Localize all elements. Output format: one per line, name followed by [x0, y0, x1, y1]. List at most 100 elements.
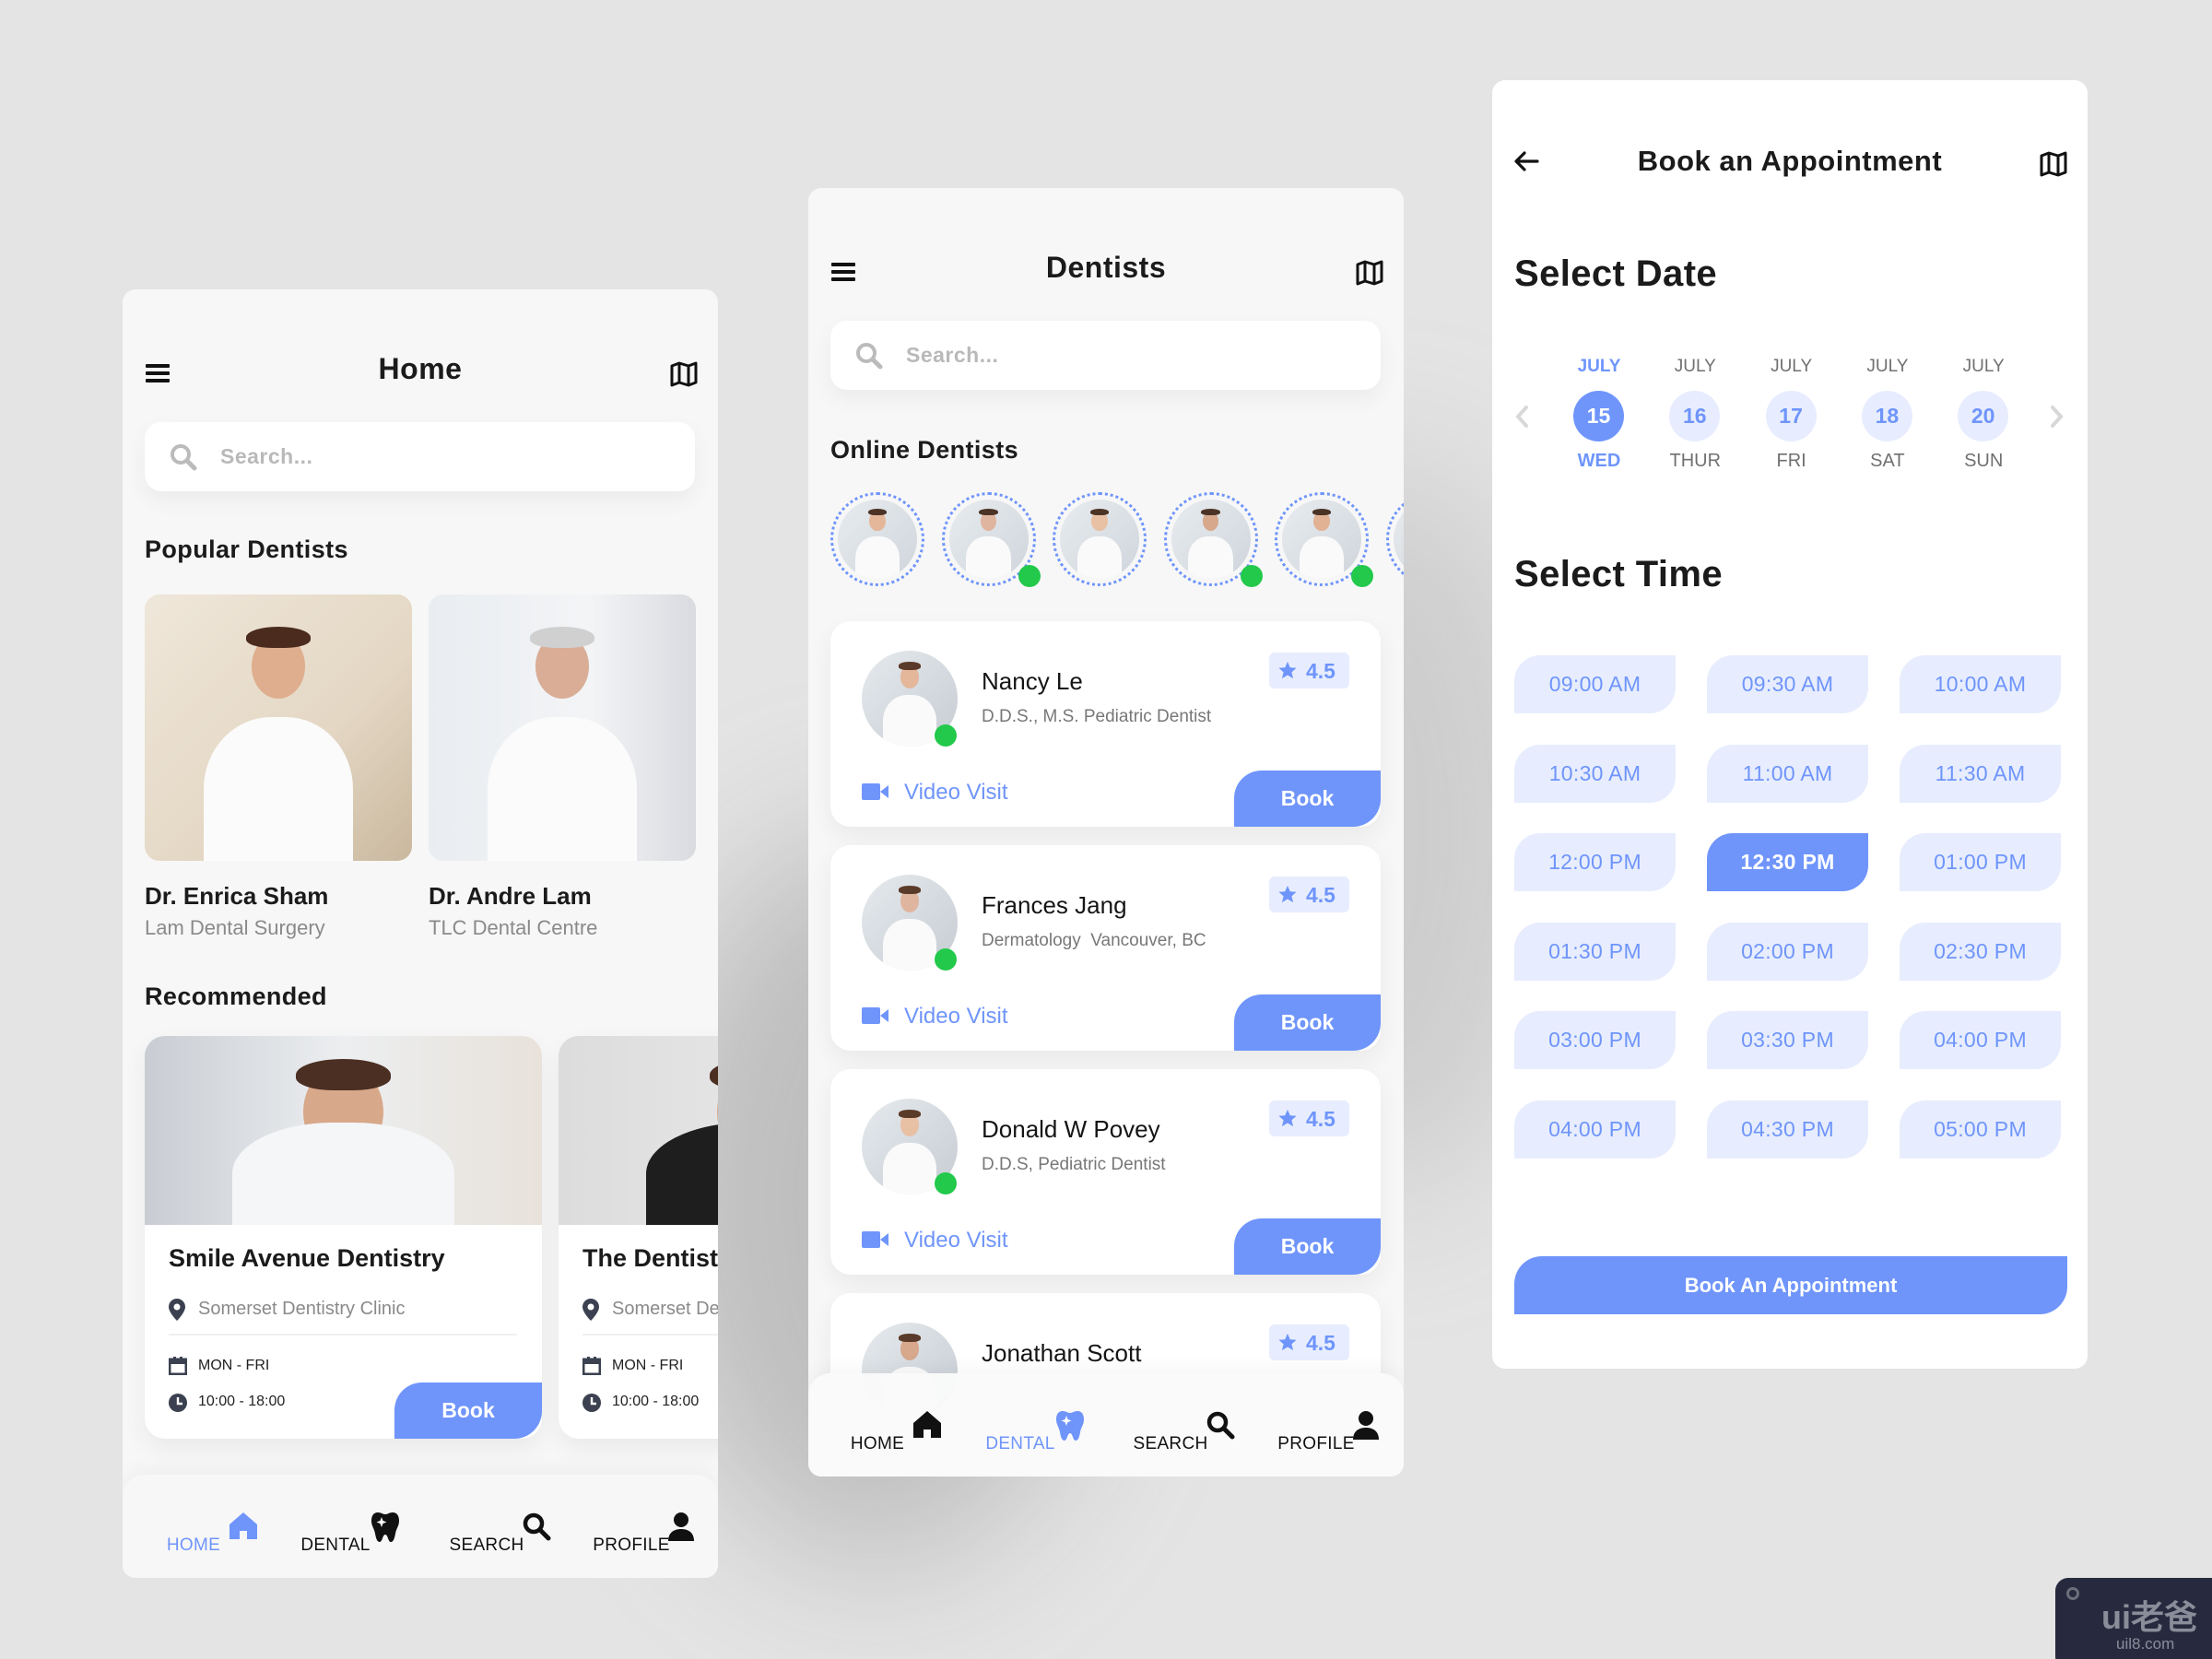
online-dentist-avatar[interactable]	[1163, 492, 1263, 587]
nav-profile[interactable]: PROFILE	[567, 1475, 696, 1578]
online-status-dot	[935, 724, 957, 747]
nav-search[interactable]: SEARCH	[422, 1475, 551, 1578]
video-visit-link[interactable]: Video Visit	[862, 1228, 1046, 1255]
popular-dentists-heading: Popular Dentists	[145, 535, 348, 563]
clinic-location: Somerset De	[612, 1299, 718, 1319]
nav-profile[interactable]: PROFILE	[1252, 1373, 1381, 1477]
date-option[interactable]: JULY 17 FRI	[1746, 357, 1838, 486]
search-input[interactable]: Search...	[830, 321, 1381, 390]
date-day: 17	[1765, 391, 1817, 441]
rating-badge: 4.5	[1269, 877, 1349, 912]
nav-dental[interactable]: DENTAL	[271, 1475, 400, 1578]
online-dentist-avatar[interactable]	[941, 492, 1041, 587]
book-button[interactable]: Book	[1234, 771, 1381, 827]
time-slot[interactable]: 09:00 AM	[1514, 655, 1676, 713]
date-option[interactable]: JULY 16 THUR	[1649, 357, 1741, 486]
dentist-card[interactable]: Frances Jang Dermatology Vancouver, BC 4.5…	[830, 845, 1381, 1051]
search-icon	[169, 442, 198, 477]
nav-label: HOME	[166, 1535, 221, 1555]
time-slot[interactable]: 04:00 PM	[1900, 1011, 2061, 1069]
nav-dental[interactable]: DENTAL	[956, 1373, 1085, 1477]
dentist-name: Nancy Le	[982, 667, 1083, 695]
time-slot[interactable]: 11:30 AM	[1900, 744, 2061, 803]
dentist-card[interactable]: Nancy Le D.D.S., M.S. Pediatric Dentist 4.…	[830, 621, 1381, 827]
search-placeholder: Search...	[220, 444, 313, 468]
time-slot[interactable]: 02:30 PM	[1900, 922, 2061, 981]
dentist-name[interactable]: Dr. Enrica Sham	[145, 882, 328, 911]
time-slot[interactable]: 09:30 AM	[1707, 655, 1868, 713]
video-camera-icon	[862, 1230, 889, 1253]
date-day: 20	[1958, 391, 2009, 441]
map-icon[interactable]	[1356, 260, 1383, 290]
book-appointment-button[interactable]: Book An Appointment	[1514, 1256, 2067, 1314]
online-dentist-avatar[interactable]	[1053, 492, 1147, 586]
nav-home[interactable]: HOME	[813, 1373, 942, 1477]
dentist-photo[interactable]	[429, 594, 696, 861]
clinic-card[interactable]: Smile Avenue Dentistry Somerset Dentistry…	[145, 1036, 542, 1439]
select-time-heading: Select Time	[1514, 554, 1724, 594]
location-pin-icon	[169, 1299, 185, 1325]
search-input[interactable]: Search...	[145, 422, 695, 491]
video-visit-link[interactable]: Video Visit	[862, 1004, 1046, 1031]
chevron-right-icon[interactable]	[2050, 405, 2065, 433]
location-pin-icon	[582, 1299, 599, 1325]
video-visit-label: Video Visit	[904, 780, 1008, 805]
map-icon[interactable]	[2040, 151, 2067, 182]
time-slot[interactable]: 04:00 PM	[1514, 1100, 1676, 1159]
online-dentist-avatar[interactable]	[1385, 492, 1404, 586]
date-day: 18	[1861, 391, 1912, 441]
book-button[interactable]: Book	[1234, 994, 1381, 1051]
time-slot[interactable]: 01:30 PM	[1514, 922, 1676, 981]
map-icon[interactable]	[670, 361, 698, 392]
time-slot[interactable]: 11:00 AM	[1707, 744, 1868, 803]
clinic-card[interactable]: The Dentist (Somerset De MON - FRI 10:00 -…	[559, 1036, 718, 1439]
clinic-photo	[559, 1036, 718, 1225]
star-icon	[1277, 1108, 1298, 1134]
date-option[interactable]: JULY 20 SUN	[1937, 357, 2030, 486]
video-visit-link[interactable]: Video Visit	[862, 780, 1046, 807]
clinic-name: Smile Avenue Dentistry	[169, 1244, 445, 1272]
date-option[interactable]: JULY 18 SAT	[1841, 357, 1934, 486]
dentist-specialty: D.D.S, Pediatric Dentist	[982, 1155, 1166, 1174]
calendar-icon	[168, 1357, 188, 1380]
nav-home[interactable]: HOME	[129, 1475, 258, 1578]
video-visit-label: Video Visit	[904, 1004, 1008, 1029]
dentist-name[interactable]: Dr. Andre Lam	[429, 882, 592, 911]
time-slot[interactable]: 10:00 AM	[1900, 655, 2061, 713]
time-slot[interactable]: 03:00 PM	[1514, 1011, 1676, 1069]
online-dentists-heading: Online Dentists	[830, 436, 1019, 464]
search-icon	[854, 341, 884, 375]
time-slot[interactable]: 02:00 PM	[1707, 922, 1868, 981]
online-dentist-avatar[interactable]	[1275, 492, 1373, 587]
nav-label: SEARCH	[1133, 1434, 1208, 1453]
recommended-heading: Recommended	[145, 982, 327, 1010]
date-weekday: WED	[1577, 451, 1621, 471]
time-slot[interactable]: 12:30 PM	[1707, 833, 1868, 891]
bottom-nav: HOME DENTAL SEARCH PROFILE	[123, 1475, 718, 1578]
nav-search[interactable]: SEARCH	[1106, 1373, 1235, 1477]
rating-value: 4.5	[1306, 883, 1335, 907]
opening-days: MON - FRI	[612, 1358, 684, 1373]
rating-badge: 4.5	[1269, 653, 1349, 688]
nav-label: HOME	[850, 1434, 905, 1453]
clock-icon	[169, 1394, 187, 1417]
time-slot[interactable]: 10:30 AM	[1514, 744, 1676, 803]
time-slot[interactable]: 04:30 PM	[1707, 1100, 1868, 1159]
booking-screen: Book an Appointment Select Date JULY 15 WE…	[1492, 80, 2088, 1369]
star-icon	[1277, 884, 1298, 910]
rating-badge: 4.5	[1269, 1100, 1349, 1136]
rating-value: 4.5	[1306, 1331, 1335, 1355]
book-button[interactable]: Book	[1234, 1218, 1381, 1275]
time-slot[interactable]: 03:30 PM	[1707, 1011, 1868, 1069]
book-button[interactable]: Book	[394, 1382, 542, 1439]
chevron-left-icon[interactable]	[1514, 405, 1529, 433]
dentist-photo[interactable]	[145, 594, 412, 861]
time-slot[interactable]: 01:00 PM	[1900, 833, 2061, 891]
nav-label: DENTAL	[985, 1434, 1055, 1453]
date-option[interactable]: JULY 15 WED	[1553, 357, 1645, 486]
dentist-card[interactable]: Donald W Povey D.D.S, Pediatric Dentist 4.…	[830, 1069, 1381, 1275]
dentist-specialty: Dermatology Vancouver, BC	[982, 931, 1206, 950]
time-slot[interactable]: 05:00 PM	[1900, 1100, 2061, 1159]
online-dentist-avatar[interactable]	[830, 492, 924, 586]
time-slot[interactable]: 12:00 PM	[1514, 833, 1676, 891]
